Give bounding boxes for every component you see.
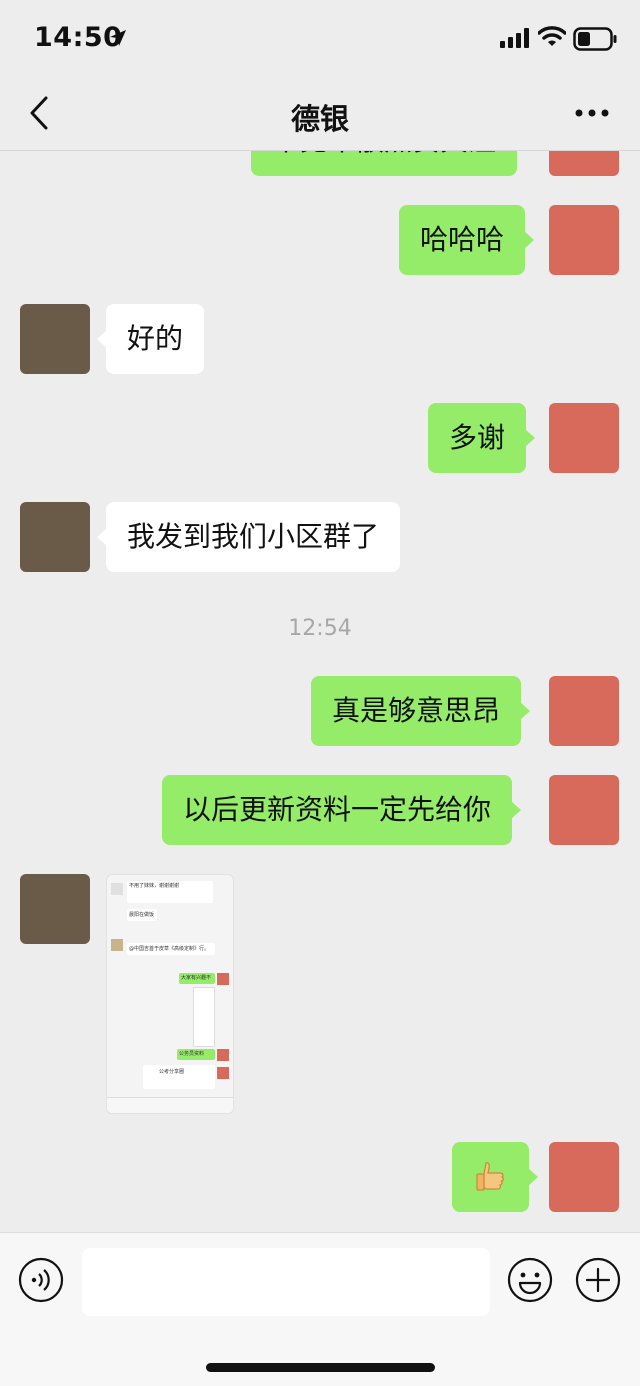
my-avatar[interactable] bbox=[549, 403, 619, 473]
sent-message-bubble[interactable]: 哈哈哈 bbox=[399, 205, 535, 275]
screenshot-avatar bbox=[111, 883, 123, 895]
chat-header: 德银 bbox=[0, 80, 640, 150]
my-avatar[interactable] bbox=[549, 151, 619, 176]
my-avatar[interactable] bbox=[549, 775, 619, 845]
message-timestamp: 12:54 bbox=[288, 616, 352, 641]
screenshot-input-bar bbox=[107, 1097, 233, 1113]
more-options-icon[interactable] bbox=[572, 98, 612, 128]
voice-input-icon[interactable] bbox=[18, 1257, 64, 1303]
message-list[interactable]: 不见不散点赞关注 哈哈哈 好的 多谢 我发到我们小区群了 12:54 真是够意思… bbox=[0, 151, 640, 1232]
screenshot-doc-preview bbox=[193, 987, 215, 1047]
contact-avatar[interactable] bbox=[20, 874, 90, 944]
input-bar bbox=[0, 1232, 640, 1386]
wifi-icon bbox=[538, 26, 566, 46]
my-avatar[interactable] bbox=[549, 205, 619, 275]
received-message-bubble[interactable]: 好的 bbox=[96, 304, 205, 374]
sent-message-bubble[interactable]: 以后更新资料一定先给你 bbox=[162, 775, 522, 845]
location-arrow-icon bbox=[110, 30, 126, 46]
status-bar: 14:50 bbox=[0, 0, 640, 80]
screenshot-bubble: 公务员资料 bbox=[177, 1049, 215, 1060]
home-indicator[interactable] bbox=[206, 1363, 435, 1372]
message-input[interactable] bbox=[82, 1248, 490, 1316]
screenshot-bubble: 不用了妹妹，谢谢谢谢 bbox=[127, 881, 213, 903]
my-avatar[interactable] bbox=[549, 1142, 619, 1212]
screenshot-avatar bbox=[217, 1067, 229, 1079]
cellular-signal-icon bbox=[500, 28, 529, 48]
add-more-icon[interactable] bbox=[575, 1257, 621, 1303]
battery-icon bbox=[573, 27, 617, 51]
received-message-bubble[interactable]: 我发到我们小区群了 bbox=[96, 502, 401, 572]
sent-message-bubble[interactable]: 多谢 bbox=[428, 403, 536, 473]
screenshot-bubble: 大家有兴趣不 bbox=[179, 973, 215, 984]
sent-message-bubble[interactable]: 真是够意思昂 bbox=[311, 676, 531, 746]
screenshot-bubble: 晨阳在做饭 bbox=[127, 909, 157, 921]
contact-avatar[interactable] bbox=[20, 502, 90, 572]
chat-title: 德银 bbox=[290, 102, 349, 136]
thumbs-up-emoji bbox=[476, 1162, 504, 1191]
screenshot-avatar bbox=[217, 1049, 229, 1061]
contact-avatar[interactable] bbox=[20, 304, 90, 374]
screenshot-avatar bbox=[217, 973, 229, 985]
emoji-icon[interactable] bbox=[507, 1257, 553, 1303]
screenshot-avatar bbox=[111, 939, 123, 951]
screenshot-bubble: @中国吉首于皮草《高级定制》行。 bbox=[127, 943, 215, 955]
sent-sticker-bubble[interactable] bbox=[452, 1142, 538, 1212]
my-avatar[interactable] bbox=[549, 676, 619, 746]
image-message-screenshot[interactable]: 不用了妹妹，谢谢谢谢 晨阳在做饭 @中国吉首于皮草《高级定制》行。 大家有兴趣不… bbox=[106, 874, 234, 1114]
sent-message-bubble[interactable]: 不见不散点赞关注 bbox=[251, 151, 518, 176]
screenshot-bubble: 公考分享圈 bbox=[143, 1065, 215, 1089]
